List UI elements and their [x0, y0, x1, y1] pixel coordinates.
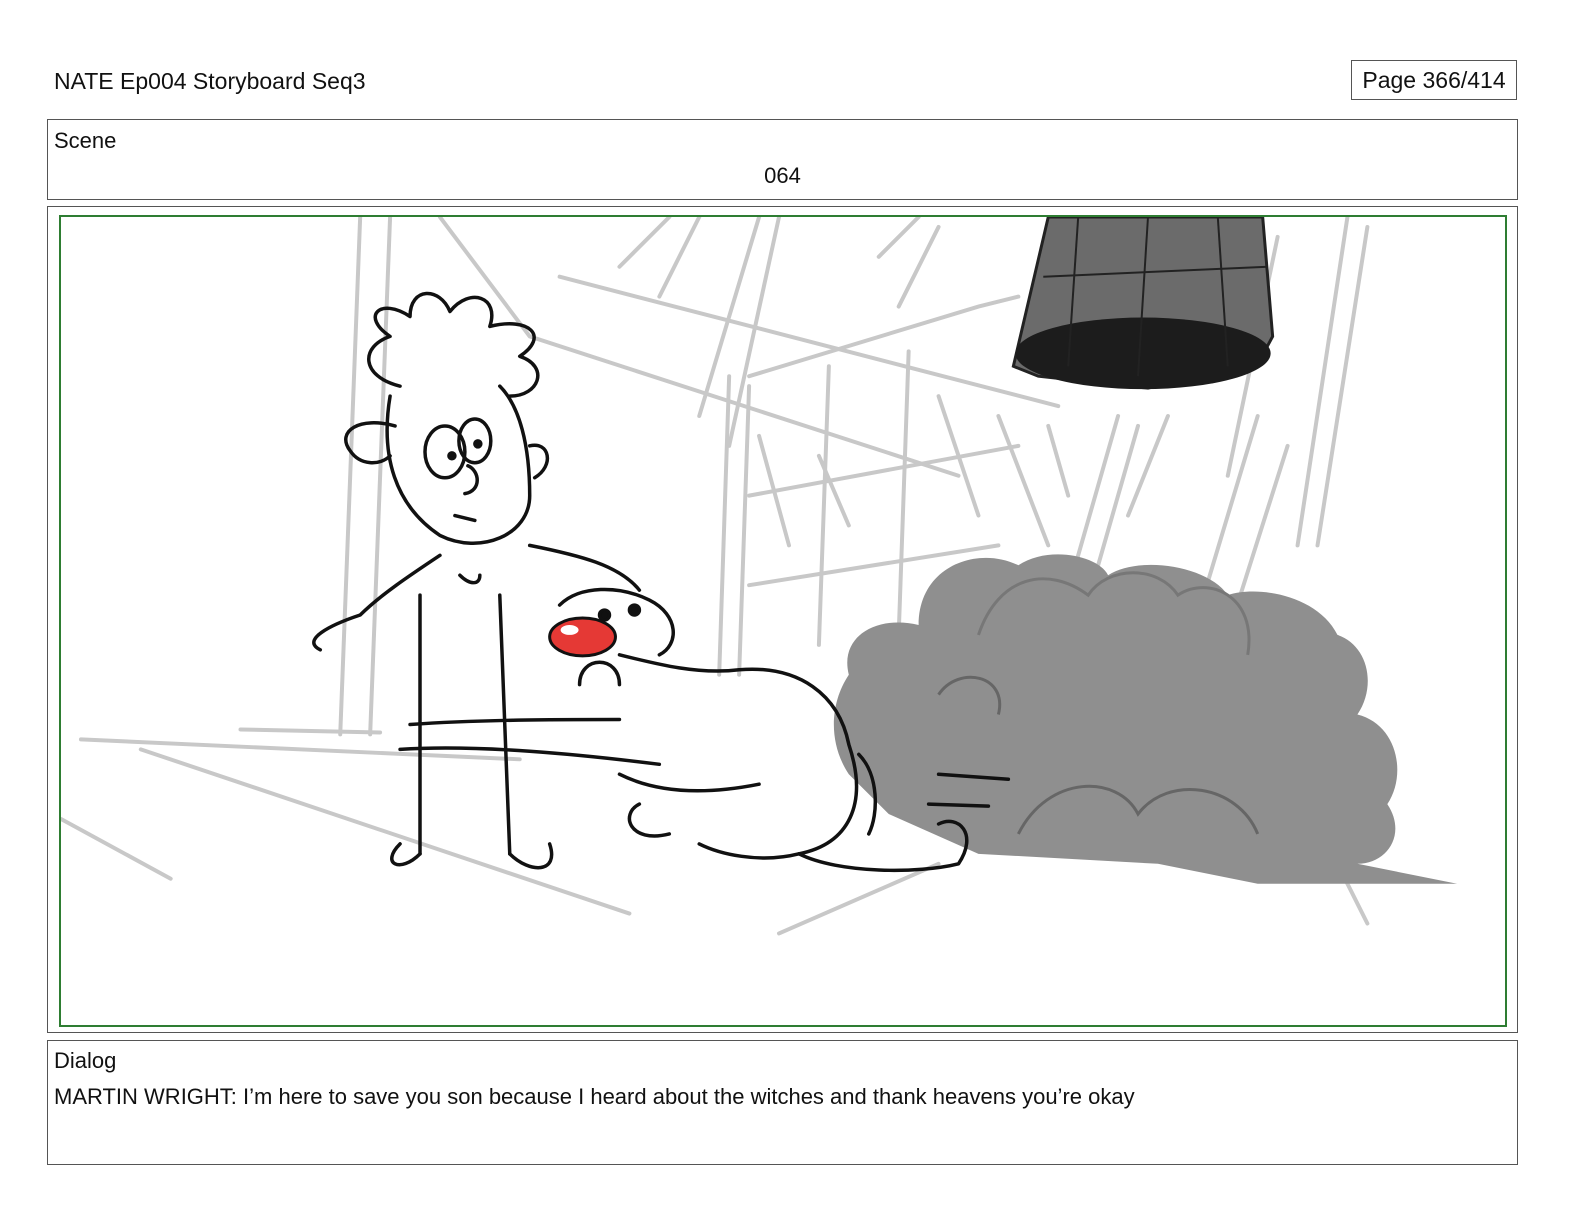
dialog-section: Dialog MARTIN WRIGHT: I’m here to save y…	[47, 1040, 1518, 1165]
document-title: NATE Ep004 Storyboard Seq3	[54, 68, 366, 94]
storyboard-sketch	[61, 217, 1458, 936]
dialog-text: MARTIN WRIGHT: I’m here to save you son …	[54, 1084, 1135, 1109]
panel-frame	[59, 215, 1507, 1027]
dialog-label: Dialog	[54, 1048, 117, 1073]
red-nose	[548, 616, 617, 658]
hanging-object	[1011, 217, 1275, 390]
smoke-cloud	[833, 554, 1458, 884]
page-indicator: Page 366/414	[1351, 60, 1517, 100]
scene-number: 064	[764, 163, 801, 188]
scene-section: Scene 064	[47, 119, 1518, 200]
scene-label: Scene	[54, 128, 117, 153]
storyboard-panel	[47, 206, 1518, 1033]
boy-character	[312, 291, 642, 870]
